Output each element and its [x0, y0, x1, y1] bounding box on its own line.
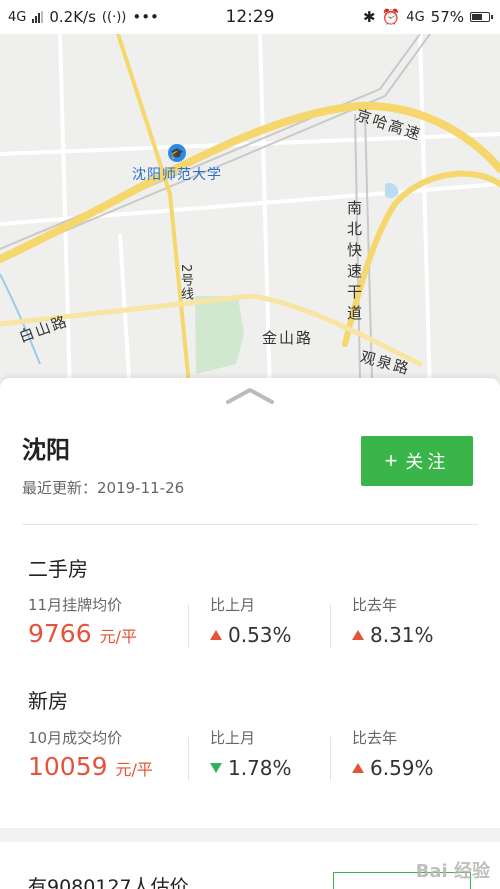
divider [188, 604, 189, 648]
second-hand-mom-cell: 比上月 0.53% [210, 594, 292, 647]
poi-marker[interactable]: 🎓 沈阳师范大学 [132, 144, 222, 184]
watermark: Bai 经验 [415, 861, 490, 882]
city-name: 沈阳 [22, 436, 70, 464]
battery-percent: 57% [430, 8, 464, 26]
hotspot-icon: ((·)) [101, 9, 127, 25]
road-label-jinshan: 金山路 [262, 329, 314, 347]
new-home-mom-cell: 比上月 1.78% [210, 727, 292, 780]
map-roads [0, 34, 500, 394]
road-label-nanbei: 南北快速干道 [345, 200, 363, 326]
follow-button[interactable]: + 关注 [361, 436, 473, 486]
network-type-right: 4G [406, 9, 425, 25]
network-speed: 0.2K/s [49, 8, 96, 26]
second-hand-yoy-cell: 比去年 8.31% [352, 594, 434, 647]
network-type: 4G [8, 9, 27, 25]
metro-label: 2号线 [178, 264, 193, 302]
section-gap [0, 828, 500, 842]
more-icon: ••• [132, 8, 159, 26]
info-sheet: 沈阳 最近更新：2019-11-26 + 关注 二手房 11月挂牌均价 9766… [0, 378, 500, 828]
poi-name: 沈阳师范大学 [132, 167, 222, 183]
follow-label: 关注 [405, 452, 450, 472]
mom-label: 比上月 [210, 729, 256, 747]
yoy-value: 8.31% [370, 623, 434, 647]
price-value: 10059 元/平 [28, 752, 153, 781]
valuation-card: 有9080127人估价 Bai 经验 [0, 842, 500, 889]
yoy-value: 6.59% [370, 756, 434, 780]
price-label: 11月挂牌均价 [28, 596, 123, 614]
chevron-up-icon[interactable] [226, 386, 274, 406]
update-date: 最近更新：2019-11-26 [22, 479, 185, 497]
university-icon: 🎓 [168, 144, 186, 162]
arrow-up-icon [352, 630, 364, 640]
divider [330, 604, 331, 648]
price-value: 9766 元/平 [28, 619, 137, 648]
divider [22, 524, 478, 525]
mom-value: 0.53% [228, 623, 292, 647]
map-view[interactable]: 🎓 沈阳师范大学 京哈高速 南北快速干道 白山路 金山路 观泉路 2号线 [0, 34, 500, 394]
yoy-label: 比去年 [352, 596, 398, 614]
arrow-up-icon [352, 763, 364, 773]
mom-label: 比上月 [210, 596, 256, 614]
divider [330, 737, 331, 781]
signal-icon [32, 11, 44, 23]
new-home-title: 新房 [28, 689, 68, 713]
second-hand-price-cell: 11月挂牌均价 9766 元/平 [28, 594, 137, 648]
new-home-yoy-cell: 比去年 6.59% [352, 727, 434, 780]
bluetooth-icon: ✱ [363, 8, 376, 26]
status-bar: 4G 0.2K/s ((·)) ••• 12:29 ✱ ⏰ 4G 57% [0, 0, 500, 34]
second-hand-title: 二手房 [28, 557, 88, 581]
arrow-down-icon [210, 763, 222, 773]
price-label: 10月成交均价 [28, 729, 123, 747]
valuation-count: 有9080127人估价 [28, 876, 189, 889]
yoy-label: 比去年 [352, 729, 398, 747]
mom-value: 1.78% [228, 756, 292, 780]
new-home-price-cell: 10月成交均价 10059 元/平 [28, 727, 153, 781]
divider [188, 737, 189, 781]
alarm-icon: ⏰ [381, 8, 401, 26]
battery-icon [470, 12, 493, 22]
arrow-up-icon [210, 630, 222, 640]
plus-icon: + [384, 448, 398, 473]
